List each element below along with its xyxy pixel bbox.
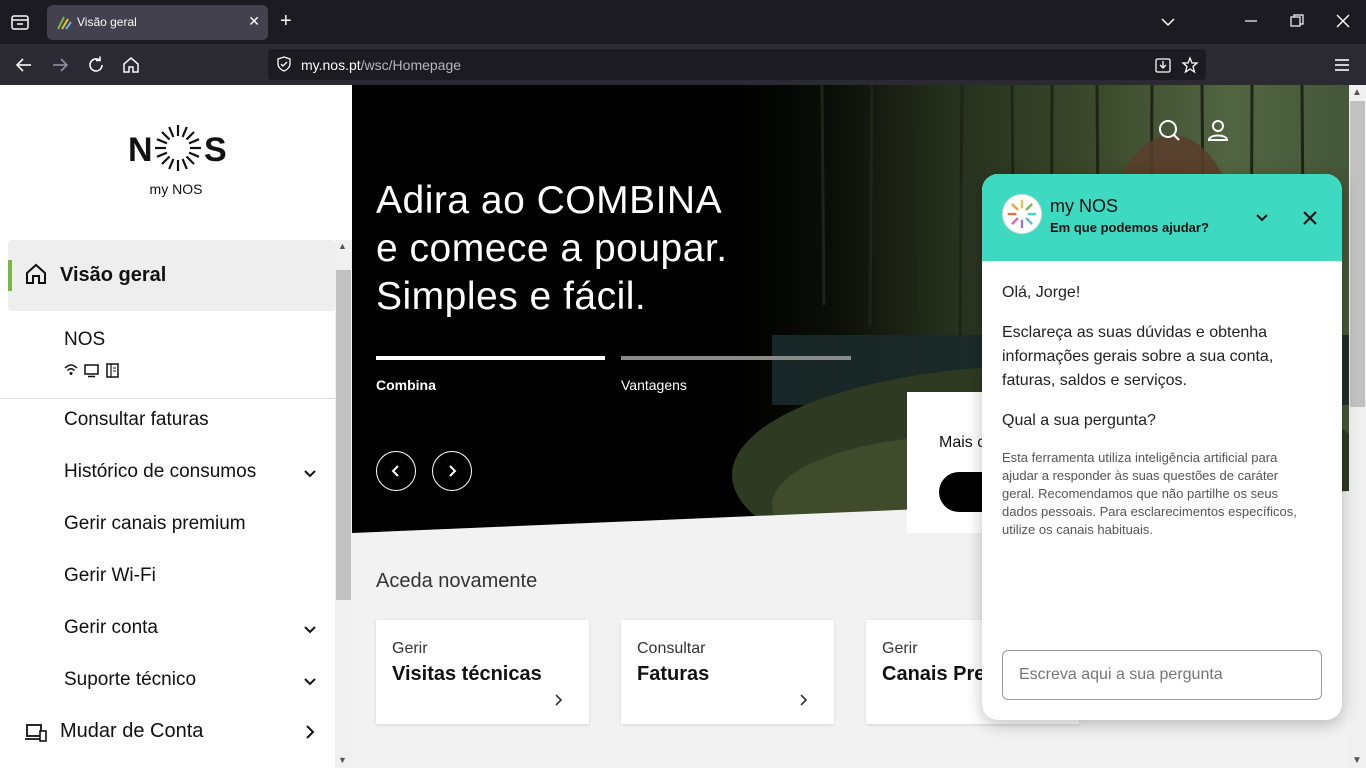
phone-icon (106, 363, 119, 378)
chat-disclaimer: Esta ferramenta utiliza inteligência art… (1002, 450, 1297, 537)
quick-card-line1: Gerir (392, 640, 428, 657)
carousel-next-button[interactable] (432, 451, 472, 491)
sidebar: N S my NOS Visão geral NOS Consultar fat… (0, 85, 352, 768)
home-icon[interactable] (120, 54, 142, 76)
carousel-prev-button[interactable] (376, 451, 416, 491)
quick-access-heading: Aceda novamente (376, 570, 538, 592)
chevron-down-icon[interactable] (302, 673, 318, 689)
page-scrollbar-thumb[interactable] (1350, 101, 1365, 407)
switch-account-button[interactable]: Mudar de Conta (60, 720, 203, 743)
sidebar-divider (0, 398, 335, 399)
nos-favicon-icon (57, 16, 72, 30)
scroll-up-icon[interactable]: ▲ (338, 241, 347, 251)
nos-logo: N S (128, 125, 227, 171)
chat-question-prompt: Qual a sua pergunta? (1002, 412, 1156, 429)
quick-card-line1: Consultar (637, 640, 706, 657)
hero-title-line2: e comece a poupar. (376, 227, 728, 270)
chevron-right-icon (555, 694, 563, 706)
carousel-tab-vantagens[interactable]: Vantagens (621, 377, 687, 393)
quick-card-visitas-tecnicas[interactable]: Gerir Visitas técnicas (376, 620, 589, 724)
chat-subtitle: Em que podemos ajudar? (1050, 220, 1209, 235)
tab-list-icon[interactable] (8, 10, 32, 34)
home-icon (26, 263, 46, 284)
sidebar-item-visao-geral[interactable]: Visão geral (8, 240, 335, 311)
restore-icon[interactable] (1290, 14, 1304, 28)
minimize-icon[interactable] (1244, 14, 1258, 28)
chat-widget: my NOS Em que podemos ajudar? Olá, Jorge… (982, 174, 1342, 720)
search-icon[interactable] (1157, 118, 1181, 142)
forward-icon[interactable] (49, 54, 71, 76)
sidebar-item-historico-consumos[interactable]: Histórico de consumos (64, 461, 256, 483)
sidebar-item-gerir-conta[interactable]: Gerir conta (64, 617, 158, 639)
chevron-right-icon (800, 694, 808, 706)
bookmark-star-icon[interactable] (1181, 56, 1199, 74)
carousel-tab-indicator (621, 356, 851, 360)
tab-title: Visão geral (77, 15, 137, 29)
save-page-icon[interactable] (1154, 56, 1172, 74)
page-content: N S my NOS Visão geral NOS Consultar fat… (0, 85, 1366, 768)
back-icon[interactable] (13, 54, 35, 76)
quick-card-line2: Visitas técnicas (392, 663, 542, 685)
chevron-right-icon (449, 465, 457, 477)
tab-overflow-chevron-icon[interactable] (1160, 14, 1176, 30)
quick-card-faturas[interactable]: Consultar Faturas (621, 620, 834, 724)
browser-tab[interactable]: Visão geral ✕ (47, 5, 268, 40)
carousel-tab-indicator-active (376, 356, 605, 360)
chat-title: my NOS (1050, 196, 1119, 216)
chevron-right-icon[interactable] (302, 724, 318, 740)
url-bar[interactable]: my.nos.pt/wsc/Homepage (268, 49, 1206, 80)
svg-text:S: S (204, 131, 227, 169)
account-services-icons (64, 363, 119, 378)
url-domain: my.nos.pt (301, 57, 361, 73)
page-scroll-down-icon[interactable]: ▼ (1352, 755, 1362, 766)
carousel-tab-combina[interactable]: Combina (376, 377, 436, 393)
reload-icon[interactable] (85, 54, 107, 76)
chevron-down-icon[interactable] (302, 621, 318, 637)
svg-text:N: N (128, 131, 153, 169)
chat-greeting: Olá, Jorge! (1002, 284, 1081, 301)
user-profile-icon[interactable] (1207, 118, 1229, 142)
chat-minimize-chevron-icon[interactable] (1254, 210, 1270, 226)
quick-card-line2: Canais Pre (882, 663, 986, 685)
chat-header: my NOS Em que podemos ajudar? (982, 174, 1342, 261)
promo-card-text: Mais c (939, 434, 986, 451)
account-name[interactable]: NOS (64, 329, 105, 351)
chat-question-input[interactable] (1002, 650, 1322, 700)
quick-card-line2: Faturas (637, 663, 710, 685)
assistant-avatar-icon (1002, 194, 1042, 234)
chat-intro: Esclareça as suas dúvidas e obtenha info… (1002, 324, 1274, 389)
hero-title-line1: Adira ao COMBINA (376, 179, 723, 222)
quick-card-line1: Gerir (882, 640, 918, 657)
logo-subtitle: my NOS (149, 181, 203, 197)
chevron-left-icon (391, 465, 399, 477)
active-indicator (8, 260, 12, 291)
sidebar-item-label: Visão geral (60, 264, 167, 286)
app-menu-icon[interactable] (1331, 54, 1353, 76)
chevron-down-icon[interactable] (302, 465, 318, 481)
chat-close-icon[interactable] (1302, 210, 1318, 226)
sidebar-item-gerir-wifi[interactable]: Gerir Wi-Fi (64, 565, 156, 587)
wifi-icon (64, 364, 78, 375)
sidebar-item-suporte-tecnico[interactable]: Suporte técnico (64, 669, 196, 691)
switch-account-icon (25, 724, 47, 742)
browser-tab-bar: Visão geral ✕ + (0, 0, 1366, 44)
window-close-icon[interactable] (1336, 14, 1350, 28)
hero-title: Adira ao COMBINA e comece a poupar. Simp… (376, 177, 796, 321)
page-scroll-up-icon[interactable]: ▲ (1352, 87, 1362, 98)
sidebar-item-consultar-faturas[interactable]: Consultar faturas (64, 409, 209, 431)
url-text: my.nos.pt/wsc/Homepage (301, 57, 461, 73)
tab-close-icon[interactable]: ✕ (248, 13, 260, 30)
shield-icon[interactable] (276, 56, 292, 72)
scroll-down-icon[interactable]: ▼ (338, 755, 347, 765)
url-path: /wsc/Homepage (360, 57, 462, 73)
sidebar-scrollbar-thumb[interactable] (336, 270, 351, 600)
new-tab-icon[interactable]: + (280, 11, 292, 31)
sidebar-item-gerir-canais-premium[interactable]: Gerir canais premium (64, 513, 246, 535)
hero-title-line3: Simples e fácil. (376, 275, 647, 318)
browser-nav-bar: my.nos.pt/wsc/Homepage (0, 44, 1366, 85)
tv-icon (84, 364, 99, 378)
